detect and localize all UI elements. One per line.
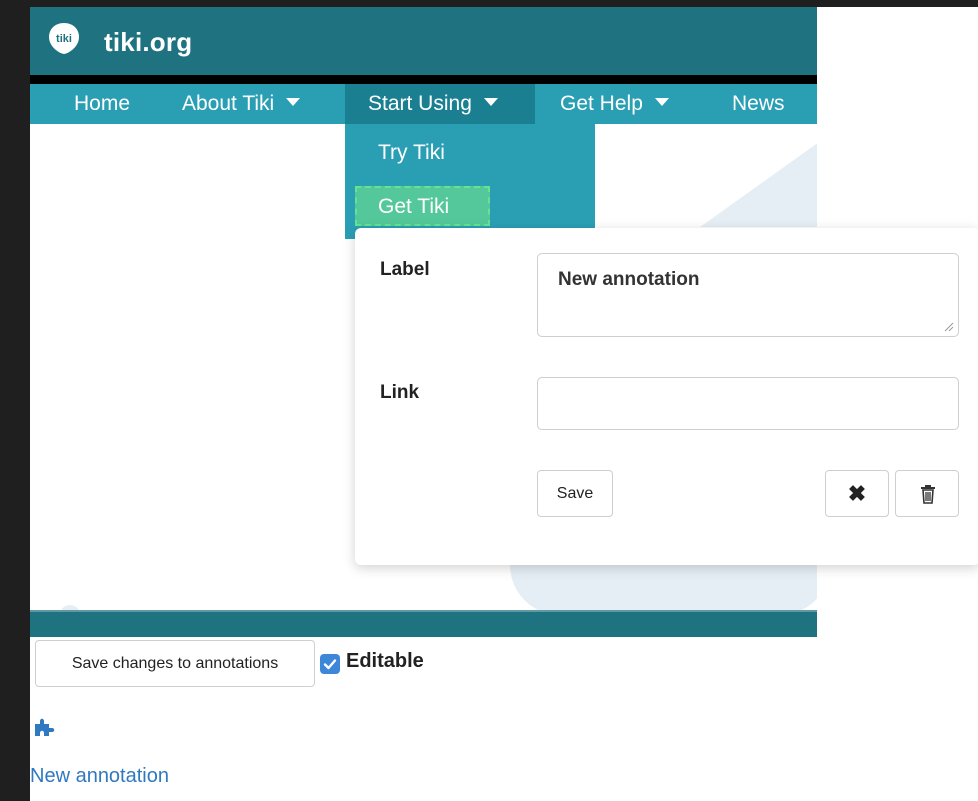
close-button[interactable]: ✖ [825, 470, 889, 517]
resize-handle-icon[interactable] [944, 322, 954, 332]
header-divider [30, 75, 817, 84]
nav-start-using[interactable]: Start Using [345, 84, 535, 124]
trash-icon [921, 485, 935, 504]
start-using-dropdown: Try Tiki Get Tiki [345, 124, 595, 239]
nav-get-help[interactable]: Get Help [560, 84, 669, 124]
link-field-caption: Link [380, 382, 420, 403]
close-icon: ✖ [847, 481, 867, 506]
label-field-caption: Label [380, 259, 430, 280]
nav-home[interactable]: Home [74, 84, 130, 124]
nav-about-tiki-label: About Tiki [182, 92, 275, 115]
nav-about-tiki[interactable]: About Tiki [182, 84, 301, 124]
label-textarea[interactable]: New annotation [537, 253, 959, 337]
nav-news[interactable]: News [732, 84, 785, 124]
link-input[interactable] [537, 377, 959, 430]
site-header: tiki tiki.org [30, 7, 817, 75]
caret-down-icon [483, 98, 498, 107]
editable-label[interactable]: Editable [346, 650, 424, 673]
editable-checkbox[interactable] [320, 654, 340, 674]
nav-news-label: News [732, 92, 785, 115]
dropdown-item-try-tiki[interactable]: Try Tiki [378, 141, 445, 165]
save-button[interactable]: Save [537, 470, 613, 517]
puzzle-icon[interactable] [33, 715, 59, 739]
delete-button[interactable] [895, 470, 959, 517]
background-shape [510, 565, 817, 615]
nav-get-help-label: Get Help [560, 92, 643, 115]
save-annotations-button[interactable]: Save changes to annotations [35, 640, 315, 687]
new-annotation-link[interactable]: New annotation [30, 765, 169, 788]
dropdown-item-get-tiki[interactable]: Get Tiki [378, 195, 449, 219]
main-navbar: Home About Tiki Start Using Get Help New… [30, 84, 817, 124]
label-textarea-value: New annotation [558, 269, 700, 290]
nav-start-using-label: Start Using [368, 92, 472, 115]
caret-down-icon [654, 98, 669, 107]
logo-text-mark: tiki [56, 33, 72, 45]
site-title[interactable]: tiki.org [104, 27, 192, 58]
checkmark-icon [323, 659, 337, 670]
screen-left-border [0, 0, 30, 801]
tiki-logo-icon: tiki [49, 23, 79, 54]
caret-down-icon [286, 98, 301, 107]
nav-home-label: Home [74, 92, 131, 115]
screen-top-border [0, 0, 978, 7]
annotation-editor-popover: Label New annotation Link Save ✖ [355, 228, 978, 565]
site-footer-bar [30, 610, 817, 637]
background-shape [700, 127, 817, 227]
